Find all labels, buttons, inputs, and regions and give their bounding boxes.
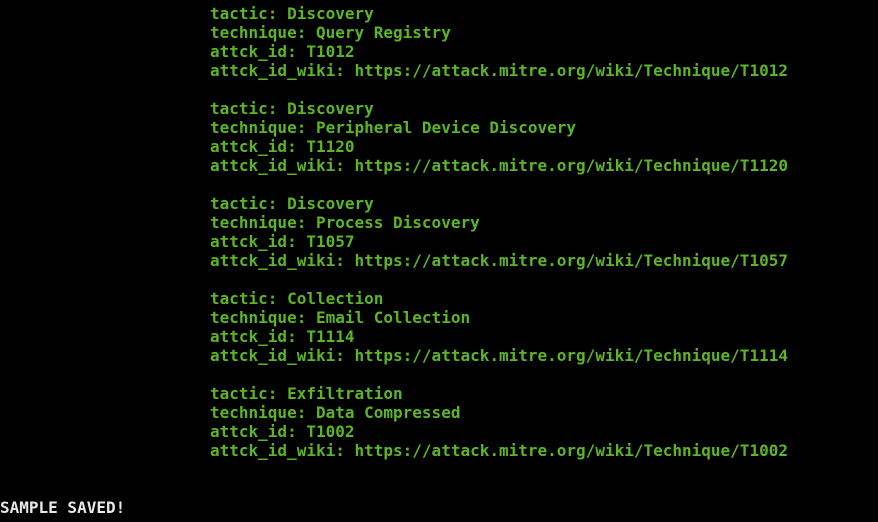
attack-entry: tactic: Discovery technique: Query Regis… xyxy=(210,4,788,80)
attck-id-wiki-line: attck_id_wiki: https://attack.mitre.org/… xyxy=(210,441,788,460)
attack-entry: tactic: Discovery technique: Peripheral … xyxy=(210,99,788,175)
attck-id-line: attck_id: T1120 xyxy=(210,137,355,156)
tactic-line: tactic: Discovery xyxy=(210,194,374,213)
tactic-line: tactic: Exfiltration xyxy=(210,384,403,403)
technique-line: technique: Data Compressed xyxy=(210,403,461,422)
attack-entries: tactic: Discovery technique: Query Regis… xyxy=(210,4,788,479)
attack-entry: tactic: Exfiltration technique: Data Com… xyxy=(210,384,788,460)
technique-line: technique: Query Registry xyxy=(210,23,451,42)
technique-line: technique: Email Collection xyxy=(210,308,471,327)
tactic-line: tactic: Discovery xyxy=(210,99,374,118)
attck-id-line: attck_id: T1114 xyxy=(210,327,355,346)
attck-id-wiki-line: attck_id_wiki: https://attack.mitre.org/… xyxy=(210,156,788,175)
attck-id-line: attck_id: T1057 xyxy=(210,232,355,251)
attack-entry: tactic: Collection technique: Email Coll… xyxy=(210,289,788,365)
attck-id-wiki-line: attck_id_wiki: https://attack.mitre.org/… xyxy=(210,251,788,270)
attck-id-line: attck_id: T1002 xyxy=(210,422,355,441)
tactic-line: tactic: Collection xyxy=(210,289,384,308)
technique-line: technique: Process Discovery xyxy=(210,213,480,232)
attck-id-wiki-line: attck_id_wiki: https://attack.mitre.org/… xyxy=(210,61,788,80)
technique-line: technique: Peripheral Device Discovery xyxy=(210,118,577,137)
attck-id-wiki-line: attck_id_wiki: https://attack.mitre.org/… xyxy=(210,346,788,365)
attack-entry: tactic: Discovery technique: Process Dis… xyxy=(210,194,788,270)
sample-saved-status: SAMPLE SAVED! xyxy=(0,498,126,517)
terminal-window: tactic: Discovery technique: Query Regis… xyxy=(0,0,878,522)
attck-id-line: attck_id: T1012 xyxy=(210,42,355,61)
tactic-line: tactic: Discovery xyxy=(210,4,374,23)
